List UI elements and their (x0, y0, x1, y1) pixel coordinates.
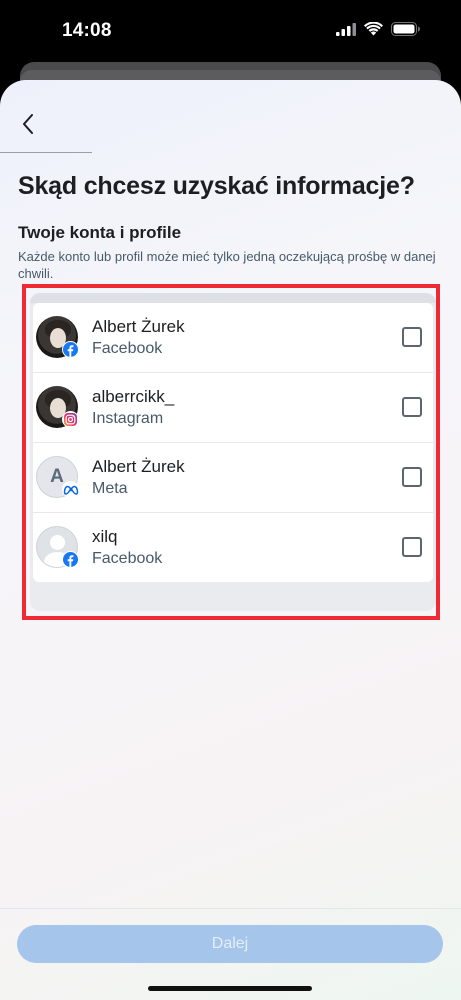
account-name: Albert Żurek (92, 317, 185, 336)
page-title: Skąd chcesz uzyskać informacje? (18, 172, 415, 200)
account-row[interactable]: A Albert Żurek Meta (33, 443, 433, 513)
section-title: Twoje konta i profile (18, 223, 182, 242)
account-checkbox[interactable] (402, 397, 422, 417)
account-network: Facebook (92, 340, 163, 357)
account-name: xilq (92, 527, 118, 546)
battery-icon (391, 22, 420, 36)
back-button[interactable] (14, 110, 42, 138)
home-indicator (148, 986, 312, 991)
instagram-icon (62, 411, 79, 428)
status-bar: 14:08 (0, 0, 461, 62)
account-row[interactable]: Albert Żurek Facebook (33, 303, 433, 373)
account-name: Albert Żurek (92, 457, 185, 476)
status-icons (336, 22, 421, 36)
account-checkbox[interactable] (402, 467, 422, 487)
account-name: alberrcikk_ (92, 387, 175, 406)
footer-divider (0, 908, 461, 909)
facebook-icon (62, 341, 79, 358)
next-button[interactable]: Dalej (17, 925, 443, 963)
meta-icon (62, 481, 79, 498)
accounts-list: Albert Żurek Facebook alberrcikk_ Instag… (33, 303, 433, 582)
accounts-list-card: Albert Żurek Facebook alberrcikk_ Instag… (30, 293, 436, 611)
account-checkbox[interactable] (402, 327, 422, 347)
facebook-icon (62, 551, 79, 568)
section-description: Każde konto lub profil może mieć tylko j… (18, 249, 436, 280)
account-network: Instagram (92, 410, 164, 427)
account-network: Meta (92, 480, 128, 497)
account-row[interactable]: xilq Facebook (33, 513, 433, 582)
wifi-icon (364, 22, 383, 36)
chevron-left-icon (23, 114, 33, 134)
modal-sheet: Skąd chcesz uzyskać informacje? Twoje ko… (0, 80, 461, 1000)
cellular-signal-icon (336, 22, 356, 36)
account-network: Facebook (92, 550, 163, 567)
header-divider (0, 152, 92, 153)
status-time: 14:08 (62, 20, 112, 41)
account-row[interactable]: alberrcikk_ Instagram (33, 373, 433, 443)
account-checkbox[interactable] (402, 537, 422, 557)
